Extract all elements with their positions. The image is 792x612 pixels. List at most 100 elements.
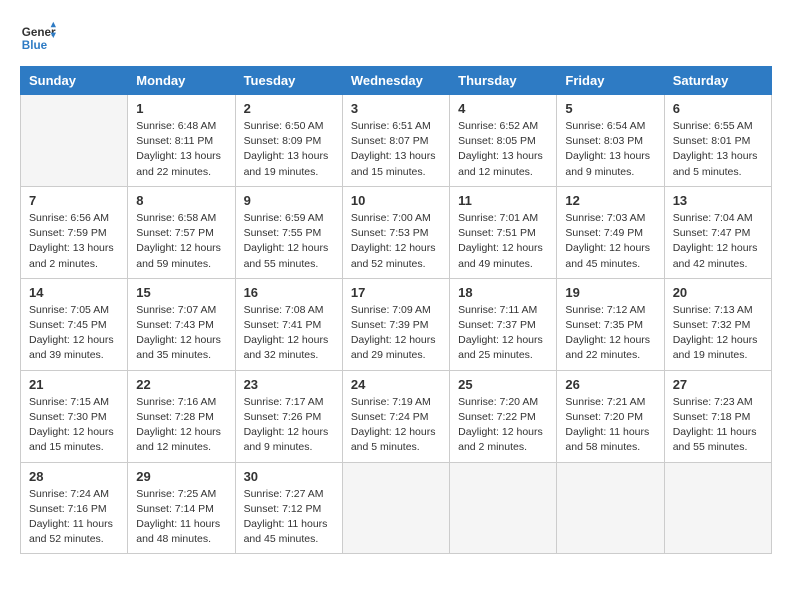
calendar-cell: 24 Sunrise: 7:19 AMSunset: 7:24 PMDaylig… [342, 370, 449, 462]
calendar-cell [342, 462, 449, 554]
day-info: Sunrise: 7:08 AMSunset: 7:41 PMDaylight:… [244, 303, 334, 364]
day-number: 11 [458, 193, 548, 208]
svg-text:Blue: Blue [22, 39, 48, 52]
calendar-cell: 9 Sunrise: 6:59 AMSunset: 7:55 PMDayligh… [235, 186, 342, 278]
day-number: 29 [136, 469, 226, 484]
day-info: Sunrise: 7:07 AMSunset: 7:43 PMDaylight:… [136, 303, 226, 364]
column-header-thursday: Thursday [450, 67, 557, 95]
day-number: 1 [136, 101, 226, 116]
calendar-table: SundayMondayTuesdayWednesdayThursdayFrid… [20, 66, 772, 554]
day-number: 28 [29, 469, 119, 484]
calendar-cell: 17 Sunrise: 7:09 AMSunset: 7:39 PMDaylig… [342, 278, 449, 370]
calendar-cell: 27 Sunrise: 7:23 AMSunset: 7:18 PMDaylig… [664, 370, 771, 462]
day-info: Sunrise: 7:24 AMSunset: 7:16 PMDaylight:… [29, 487, 119, 548]
calendar-cell: 8 Sunrise: 6:58 AMSunset: 7:57 PMDayligh… [128, 186, 235, 278]
calendar-cell: 16 Sunrise: 7:08 AMSunset: 7:41 PMDaylig… [235, 278, 342, 370]
calendar-cell: 1 Sunrise: 6:48 AMSunset: 8:11 PMDayligh… [128, 95, 235, 187]
calendar-cell: 25 Sunrise: 7:20 AMSunset: 7:22 PMDaylig… [450, 370, 557, 462]
calendar-cell [664, 462, 771, 554]
day-number: 22 [136, 377, 226, 392]
calendar-cell: 6 Sunrise: 6:55 AMSunset: 8:01 PMDayligh… [664, 95, 771, 187]
day-info: Sunrise: 7:20 AMSunset: 7:22 PMDaylight:… [458, 395, 548, 456]
calendar-cell: 18 Sunrise: 7:11 AMSunset: 7:37 PMDaylig… [450, 278, 557, 370]
day-info: Sunrise: 7:11 AMSunset: 7:37 PMDaylight:… [458, 303, 548, 364]
calendar-cell: 3 Sunrise: 6:51 AMSunset: 8:07 PMDayligh… [342, 95, 449, 187]
day-info: Sunrise: 7:23 AMSunset: 7:18 PMDaylight:… [673, 395, 763, 456]
day-number: 30 [244, 469, 334, 484]
day-number: 8 [136, 193, 226, 208]
column-header-saturday: Saturday [664, 67, 771, 95]
calendar-cell: 12 Sunrise: 7:03 AMSunset: 7:49 PMDaylig… [557, 186, 664, 278]
column-header-monday: Monday [128, 67, 235, 95]
column-header-sunday: Sunday [21, 67, 128, 95]
calendar-cell: 15 Sunrise: 7:07 AMSunset: 7:43 PMDaylig… [128, 278, 235, 370]
day-info: Sunrise: 6:52 AMSunset: 8:05 PMDaylight:… [458, 119, 548, 180]
day-info: Sunrise: 7:04 AMSunset: 7:47 PMDaylight:… [673, 211, 763, 272]
day-info: Sunrise: 6:56 AMSunset: 7:59 PMDaylight:… [29, 211, 119, 272]
day-number: 10 [351, 193, 441, 208]
day-number: 23 [244, 377, 334, 392]
day-number: 4 [458, 101, 548, 116]
day-number: 16 [244, 285, 334, 300]
day-info: Sunrise: 7:12 AMSunset: 7:35 PMDaylight:… [565, 303, 655, 364]
day-info: Sunrise: 7:13 AMSunset: 7:32 PMDaylight:… [673, 303, 763, 364]
header-row: SundayMondayTuesdayWednesdayThursdayFrid… [21, 67, 772, 95]
day-info: Sunrise: 7:19 AMSunset: 7:24 PMDaylight:… [351, 395, 441, 456]
day-number: 14 [29, 285, 119, 300]
day-number: 5 [565, 101, 655, 116]
column-header-wednesday: Wednesday [342, 67, 449, 95]
day-info: Sunrise: 6:50 AMSunset: 8:09 PMDaylight:… [244, 119, 334, 180]
day-info: Sunrise: 6:59 AMSunset: 7:55 PMDaylight:… [244, 211, 334, 272]
day-number: 18 [458, 285, 548, 300]
calendar-cell: 14 Sunrise: 7:05 AMSunset: 7:45 PMDaylig… [21, 278, 128, 370]
day-number: 26 [565, 377, 655, 392]
day-info: Sunrise: 7:21 AMSunset: 7:20 PMDaylight:… [565, 395, 655, 456]
page-header: General Blue [20, 20, 772, 56]
calendar-cell: 5 Sunrise: 6:54 AMSunset: 8:03 PMDayligh… [557, 95, 664, 187]
calendar-cell: 21 Sunrise: 7:15 AMSunset: 7:30 PMDaylig… [21, 370, 128, 462]
calendar-cell: 29 Sunrise: 7:25 AMSunset: 7:14 PMDaylig… [128, 462, 235, 554]
calendar-cell: 7 Sunrise: 6:56 AMSunset: 7:59 PMDayligh… [21, 186, 128, 278]
calendar-cell: 13 Sunrise: 7:04 AMSunset: 7:47 PMDaylig… [664, 186, 771, 278]
logo-icon: General Blue [20, 20, 56, 56]
calendar-cell: 20 Sunrise: 7:13 AMSunset: 7:32 PMDaylig… [664, 278, 771, 370]
calendar-cell: 22 Sunrise: 7:16 AMSunset: 7:28 PMDaylig… [128, 370, 235, 462]
calendar-cell: 23 Sunrise: 7:17 AMSunset: 7:26 PMDaylig… [235, 370, 342, 462]
day-number: 6 [673, 101, 763, 116]
day-info: Sunrise: 7:01 AMSunset: 7:51 PMDaylight:… [458, 211, 548, 272]
day-info: Sunrise: 6:51 AMSunset: 8:07 PMDaylight:… [351, 119, 441, 180]
day-number: 13 [673, 193, 763, 208]
column-header-tuesday: Tuesday [235, 67, 342, 95]
calendar-cell: 2 Sunrise: 6:50 AMSunset: 8:09 PMDayligh… [235, 95, 342, 187]
day-number: 3 [351, 101, 441, 116]
day-info: Sunrise: 7:15 AMSunset: 7:30 PMDaylight:… [29, 395, 119, 456]
day-info: Sunrise: 6:48 AMSunset: 8:11 PMDaylight:… [136, 119, 226, 180]
day-number: 19 [565, 285, 655, 300]
column-header-friday: Friday [557, 67, 664, 95]
day-number: 9 [244, 193, 334, 208]
day-number: 17 [351, 285, 441, 300]
day-info: Sunrise: 7:03 AMSunset: 7:49 PMDaylight:… [565, 211, 655, 272]
day-number: 21 [29, 377, 119, 392]
calendar-cell [557, 462, 664, 554]
calendar-cell [21, 95, 128, 187]
day-number: 7 [29, 193, 119, 208]
day-info: Sunrise: 7:09 AMSunset: 7:39 PMDaylight:… [351, 303, 441, 364]
day-info: Sunrise: 6:58 AMSunset: 7:57 PMDaylight:… [136, 211, 226, 272]
day-number: 20 [673, 285, 763, 300]
logo: General Blue [20, 20, 56, 56]
day-info: Sunrise: 6:54 AMSunset: 8:03 PMDaylight:… [565, 119, 655, 180]
week-row-1: 1 Sunrise: 6:48 AMSunset: 8:11 PMDayligh… [21, 95, 772, 187]
day-number: 24 [351, 377, 441, 392]
day-info: Sunrise: 7:17 AMSunset: 7:26 PMDaylight:… [244, 395, 334, 456]
day-info: Sunrise: 7:25 AMSunset: 7:14 PMDaylight:… [136, 487, 226, 548]
calendar-cell: 4 Sunrise: 6:52 AMSunset: 8:05 PMDayligh… [450, 95, 557, 187]
calendar-cell: 19 Sunrise: 7:12 AMSunset: 7:35 PMDaylig… [557, 278, 664, 370]
day-number: 27 [673, 377, 763, 392]
calendar-cell: 28 Sunrise: 7:24 AMSunset: 7:16 PMDaylig… [21, 462, 128, 554]
week-row-4: 21 Sunrise: 7:15 AMSunset: 7:30 PMDaylig… [21, 370, 772, 462]
day-number: 12 [565, 193, 655, 208]
day-number: 25 [458, 377, 548, 392]
week-row-2: 7 Sunrise: 6:56 AMSunset: 7:59 PMDayligh… [21, 186, 772, 278]
day-number: 2 [244, 101, 334, 116]
